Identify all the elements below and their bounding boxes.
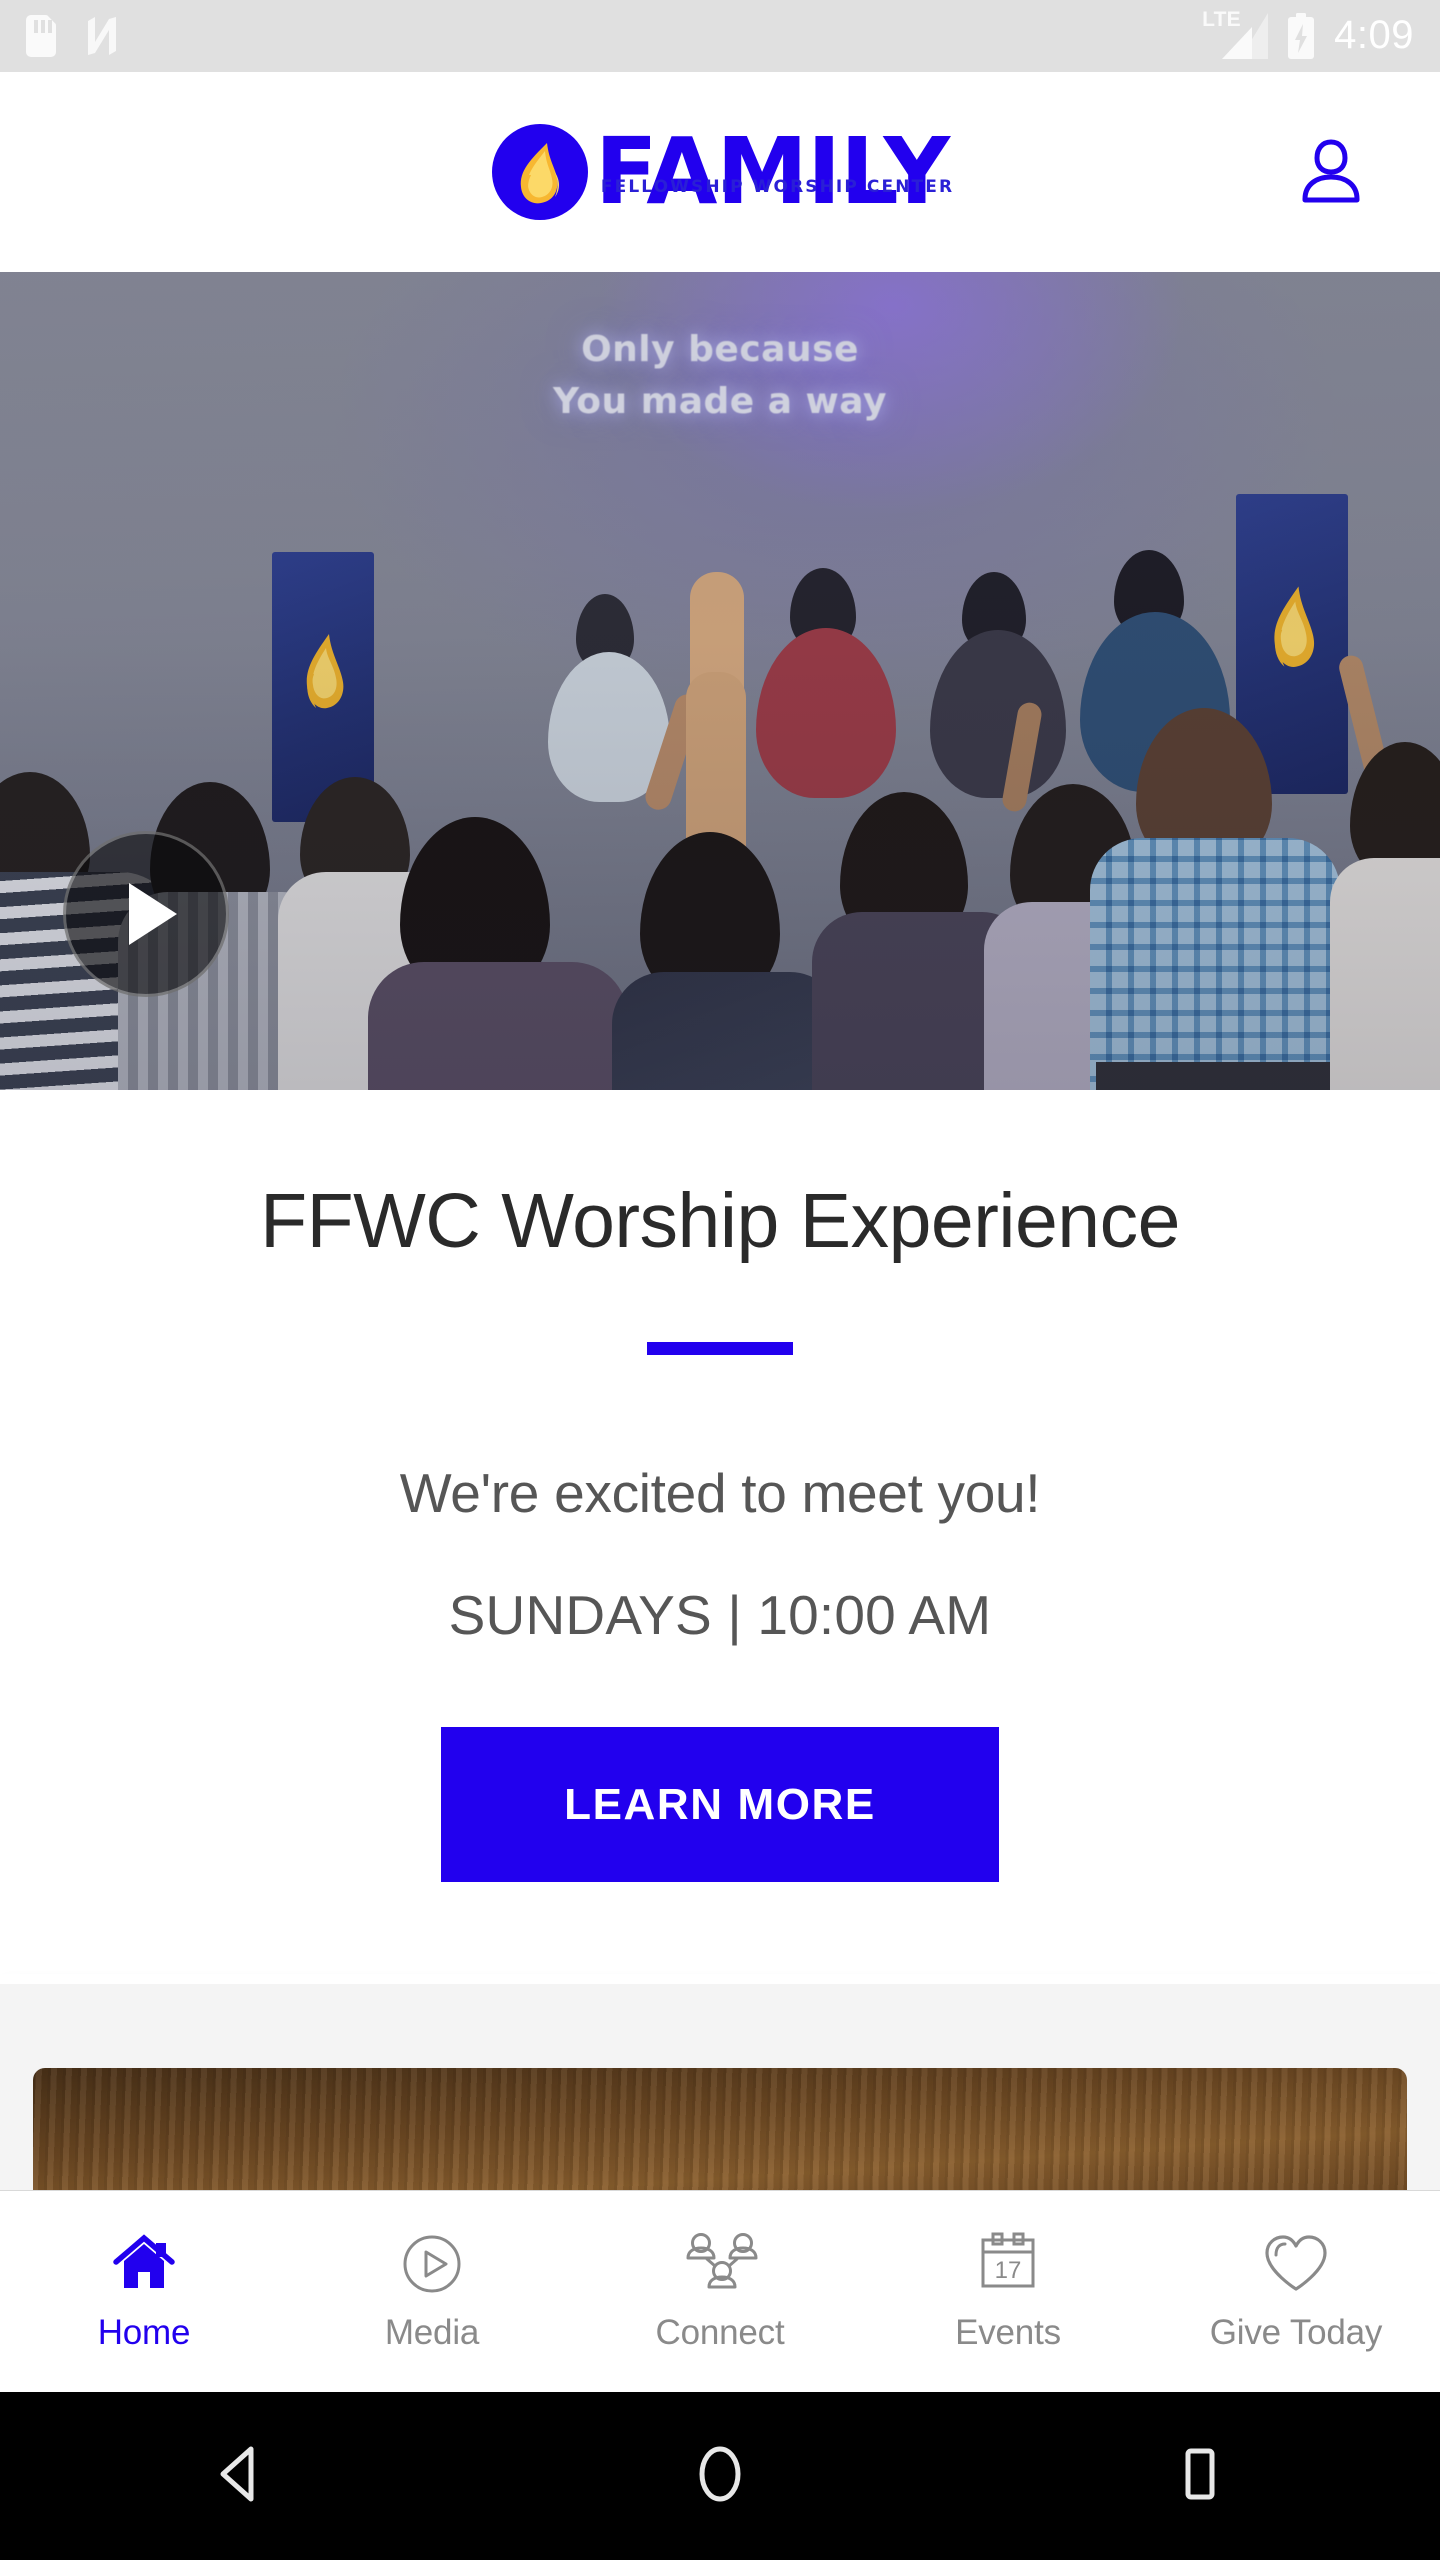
android-recents-button[interactable] <box>1140 2416 1260 2536</box>
app-logo-primary: FAMILY <box>594 117 950 225</box>
app-logo-secondary: FELLOWSHIP WORSHIP CENTER <box>600 176 955 197</box>
hero-background-image: Only because You made a way <box>0 272 1440 1090</box>
title-divider <box>647 1342 793 1356</box>
congregation-crowd <box>0 272 1440 1090</box>
cta-container: LEARN MORE <box>0 1727 1440 1883</box>
home-circle-icon <box>691 2443 749 2510</box>
tab-give-today[interactable]: Give Today <box>1152 2191 1440 2392</box>
app-logo: FAMILY FELLOWSHIP WORSHIP CENTER <box>491 123 952 221</box>
lte-signal-icon: LTE <box>1202 9 1269 59</box>
sd-card-icon <box>26 15 56 57</box>
hero-play-button[interactable] <box>63 831 229 997</box>
status-bar: LTE 4:09 <box>0 0 1440 72</box>
android-home-button[interactable] <box>660 2416 780 2536</box>
welcome-text: We're excited to meet you! <box>399 1462 1041 1525</box>
play-triangle-icon <box>129 883 177 945</box>
section-divider <box>0 1974 1440 1985</box>
tab-media[interactable]: Media <box>288 2191 576 2392</box>
circle-play-icon <box>400 2231 464 2297</box>
tab-events[interactable]: 17 Events <box>864 2191 1152 2392</box>
back-triangle-icon <box>211 2443 269 2510</box>
calendar-day-number: 17 <box>995 2257 1022 2284</box>
worship-experience-section: FFWC Worship Experience We're excited to… <box>0 1090 1440 1883</box>
home-icon <box>112 2231 176 2297</box>
tab-media-label: Media <box>384 2312 480 2352</box>
heart-icon <box>1262 2231 1330 2297</box>
bottom-tab-bar: Home Media Connect 17 Events Give Today <box>0 2190 1440 2392</box>
app-header: FAMILY FELLOWSHIP WORSHIP CENTER <box>0 72 1440 272</box>
status-bar-clock: 4:09 <box>1334 12 1414 57</box>
calendar-icon: 17 <box>977 2231 1039 2297</box>
learn-more-button[interactable]: LEARN MORE <box>441 1727 999 1883</box>
tab-events-label: Events <box>955 2312 1061 2352</box>
flame-in-circle-icon <box>491 123 589 221</box>
status-bar-left-icons <box>26 15 122 57</box>
recents-square-icon <box>1171 2443 1229 2510</box>
hero-video-banner[interactable]: Only because You made a way <box>0 272 1440 1090</box>
tab-home-label: Home <box>97 2312 191 2352</box>
main-content: FFWC Worship Experience We're excited to… <box>0 1090 1440 2279</box>
people-network-icon <box>681 2231 759 2297</box>
phone-screen: LTE 4:09 FAMILY FELLOWSHIP WORSHIP CENTE… <box>0 0 1440 2560</box>
tab-connect[interactable]: Connect <box>576 2191 864 2392</box>
service-times-text: SUNDAYS | 10:00 AM <box>448 1584 992 1647</box>
app-logo-text: FAMILY FELLOWSHIP WORSHIP CENTER <box>595 125 952 217</box>
tab-give-today-label: Give Today <box>1209 2312 1383 2352</box>
tab-connect-label: Connect <box>655 2312 785 2352</box>
tab-home[interactable]: Home <box>0 2191 288 2392</box>
android-back-button[interactable] <box>180 2416 300 2536</box>
android-nougat-icon <box>82 15 122 57</box>
status-bar-right-icons: LTE 4:09 <box>1202 9 1414 59</box>
profile-person-icon <box>1300 137 1362 208</box>
page-title: FFWC Worship Experience <box>260 1178 1180 1264</box>
android-navigation-bar <box>0 2392 1440 2560</box>
battery-charging-icon <box>1286 13 1316 59</box>
profile-button[interactable] <box>1292 133 1370 211</box>
